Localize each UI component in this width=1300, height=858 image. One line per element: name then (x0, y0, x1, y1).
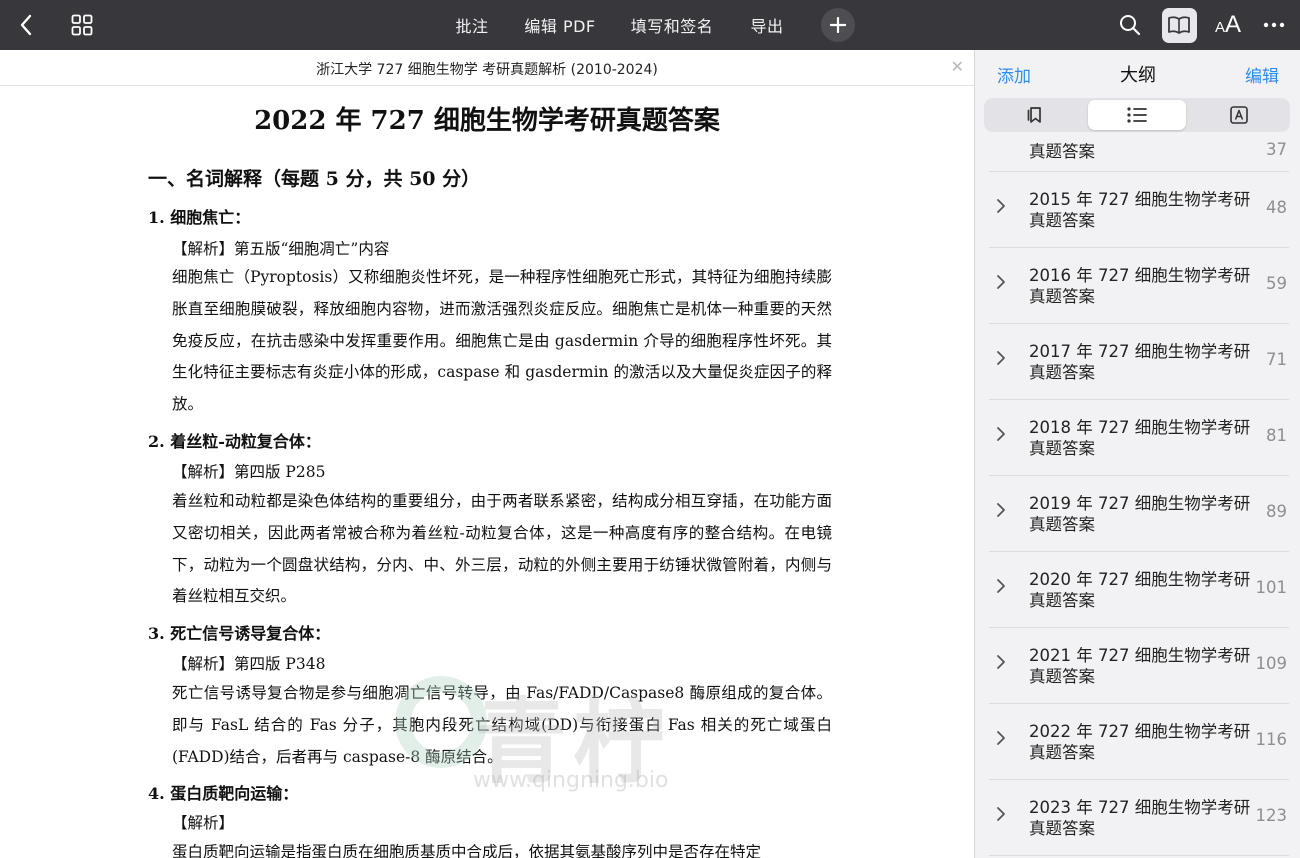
ellipsis-icon (1263, 22, 1285, 28)
more-button[interactable] (1256, 0, 1292, 50)
chevron-right-icon[interactable] (993, 804, 1009, 824)
outline-item-label: 2015 年 727 细胞生物学考研真题答案 (1029, 190, 1251, 230)
pdf-page: 2022 年 727 细胞生物学考研真题答案 一、名词解释（每题 5 分，共 5… (0, 86, 974, 858)
section-title: 一、名词解释（每题 5 分，共 50 分） (148, 168, 481, 190)
page-title: 2022 年 727 细胞生物学考研真题答案 (254, 106, 720, 136)
add-button[interactable] (820, 0, 856, 50)
chevron-right-icon[interactable] (993, 196, 1009, 216)
edit-pdf-button[interactable]: 编辑 PDF (518, 0, 602, 50)
item-source: 【解析】第五版“细胞凋亡”内容 (172, 240, 390, 258)
outline-item[interactable]: 真题答案 37 (989, 140, 1289, 172)
outline-item-label: 2022 年 727 细胞生物学考研真题答案 (1029, 722, 1251, 762)
outline-item-page: 71 (1266, 350, 1287, 369)
tab-bookmarks[interactable] (986, 100, 1084, 130)
item-source: 【解析】 (172, 814, 235, 832)
item-paragraph: 蛋白质靶向运输是指蛋白质在细胞质基质中合成后，依据其氨基酸序列中是否存在特定 (172, 843, 762, 858)
item-title: 1. 细胞焦亡： (148, 208, 251, 227)
text-box-icon (1230, 106, 1248, 124)
plus-icon (830, 17, 846, 33)
outline-item-page: 89 (1266, 502, 1287, 521)
document-view[interactable]: 浙江大学 727 细胞生物学 考研真题解析 (2010-2024) ✕ 2022… (0, 50, 974, 858)
annotate-button[interactable]: 批注 (446, 0, 498, 50)
bookmark-icon (1027, 107, 1041, 123)
chevron-right-icon[interactable] (993, 728, 1009, 748)
outline-item-page: 109 (1255, 654, 1288, 673)
outline-item-label: 2019 年 727 细胞生物学考研真题答案 (1029, 494, 1251, 534)
fill-and-sign-button[interactable]: 填写和签名 (622, 0, 722, 50)
chevron-right-icon[interactable] (993, 652, 1009, 672)
item-paragraph: 死亡信号诱导复合物是参与细胞凋亡信号转导，由 Fas/FADD/Caspase8… (172, 684, 832, 766)
outline-item-page: 48 (1266, 198, 1287, 217)
chevron-right-icon[interactable] (993, 272, 1009, 292)
close-tab-icon[interactable]: ✕ (951, 57, 964, 76)
back-button[interactable] (8, 0, 44, 50)
text-size-button[interactable]: AA (1208, 0, 1248, 50)
outline-item-label: 2023 年 727 细胞生物学考研真题答案 (1029, 798, 1251, 838)
outline-item[interactable]: 2016 年 727 细胞生物学考研真题答案 59 (989, 248, 1289, 324)
outline-item-label: 2018 年 727 细胞生物学考研真题答案 (1029, 418, 1251, 458)
annotate-label: 批注 (455, 17, 489, 36)
outline-item-label: 真题答案 (1029, 142, 1095, 161)
outline-item-page: 37 (1266, 140, 1287, 159)
outline-item-label: 2017 年 727 细胞生物学考研真题答案 (1029, 342, 1251, 382)
chevron-right-icon[interactable] (993, 348, 1009, 368)
sidebar-header: 添加 大纲 编辑 (975, 50, 1300, 94)
outline-item-page: 116 (1255, 730, 1288, 749)
outline-item[interactable]: 2023 年 727 细胞生物学考研真题答案 123 (989, 780, 1289, 856)
document-file-title: 浙江大学 727 细胞生物学 考研真题解析 (2010-2024) (316, 62, 658, 78)
tab-outline[interactable] (1088, 100, 1186, 130)
list-icon (1127, 107, 1147, 123)
chevron-left-icon (20, 14, 32, 36)
thumbnails-button[interactable] (62, 0, 102, 50)
export-button[interactable]: 导出 (742, 0, 792, 50)
outline-item-label: 2016 年 727 细胞生物学考研真题答案 (1029, 266, 1251, 306)
sidebar-segmented-control (984, 98, 1290, 132)
outline-item[interactable]: 2019 年 727 细胞生物学考研真题答案 89 (989, 476, 1289, 552)
outline-item-label: 2021 年 727 细胞生物学考研真题答案 (1029, 646, 1251, 686)
outline-item-page: 81 (1266, 426, 1287, 445)
grid-icon (71, 14, 93, 36)
edit-outline-button[interactable]: 编辑 (1245, 62, 1279, 87)
text-size-icon: AA (1214, 11, 1242, 38)
chevron-right-icon[interactable] (993, 424, 1009, 444)
outline-item-page: 101 (1255, 578, 1288, 597)
document-tab-bar: 浙江大学 727 细胞生物学 考研真题解析 (2010-2024) ✕ (0, 50, 974, 86)
outline-item[interactable]: 2015 年 727 细胞生物学考研真题答案 48 (989, 172, 1289, 248)
outline-item-label: 2020 年 727 细胞生物学考研真题答案 (1029, 570, 1251, 610)
outline-item[interactable]: 2018 年 727 细胞生物学考研真题答案 81 (989, 400, 1289, 476)
outline-item[interactable]: 2017 年 727 细胞生物学考研真题答案 71 (989, 324, 1289, 400)
book-icon (1168, 16, 1190, 34)
tab-annotations[interactable] (1190, 100, 1288, 130)
outline-sidebar: 添加 大纲 编辑 真题答案 37 2015 年 727 细胞生物学考研真题答案 … (974, 50, 1300, 858)
item-source: 【解析】第四版 P285 (172, 463, 326, 481)
export-label: 导出 (750, 17, 784, 36)
edit-pdf-label: 编辑 PDF (524, 17, 596, 36)
item-title: 4. 蛋白质靶向运输： (148, 784, 299, 803)
outline-list[interactable]: 真题答案 37 2015 年 727 细胞生物学考研真题答案 48 2016 年… (975, 140, 1300, 858)
chevron-right-icon[interactable] (993, 576, 1009, 596)
item-title: 2. 着丝粒-动粒复合体： (148, 432, 321, 451)
outline-item[interactable]: 2021 年 727 细胞生物学考研真题答案 109 (989, 628, 1289, 704)
chevron-right-icon[interactable] (993, 500, 1009, 520)
item-source: 【解析】第四版 P348 (172, 655, 326, 673)
outline-item[interactable]: 2022 年 727 细胞生物学考研真题答案 116 (989, 704, 1289, 780)
outline-item[interactable]: 2020 年 727 细胞生物学考研真题答案 101 (989, 552, 1289, 628)
reader-mode-button[interactable] (1161, 0, 1197, 50)
item-paragraph: 着丝粒和动粒都是染色体结构的重要组分，由于两者联系紧密，结构成分相互穿插，在功能… (172, 492, 832, 606)
fill-and-sign-label: 填写和签名 (630, 17, 714, 36)
item-paragraph: 细胞焦亡（Pyroptosis）又称细胞炎性坏死，是一种程序性细胞死亡形式，其特… (172, 268, 832, 414)
search-icon (1120, 15, 1141, 36)
search-button[interactable] (1112, 0, 1148, 50)
top-toolbar: 批注 编辑 PDF 填写和签名 导出 AA (0, 0, 1300, 50)
outline-item-page: 59 (1266, 274, 1287, 293)
item-title: 3. 死亡信号诱导复合体： (148, 624, 331, 643)
outline-item-page: 123 (1255, 806, 1288, 825)
